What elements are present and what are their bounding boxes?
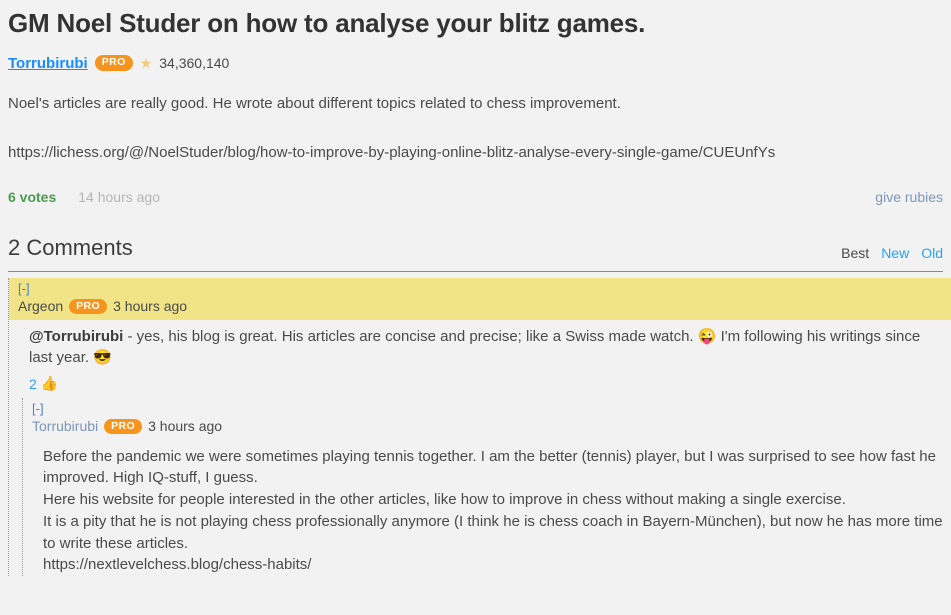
comment-vote-count: 2 xyxy=(29,375,37,392)
page-title: GM Noel Studer on how to analyse your bl… xyxy=(8,8,646,38)
point-count: 34,360,140 xyxy=(159,55,230,72)
post-timeago: 14 hours ago xyxy=(78,189,160,206)
comment-thread-1: [-] Argeon PRO 3 hours ago @Torrubirubi … xyxy=(8,278,951,577)
comment-body-2: Before the pandemic we were sometimes pl… xyxy=(32,440,943,577)
comment-timeago: 3 hours ago xyxy=(148,418,223,435)
comment-author-torrubirubi[interactable]: Torrubirubi xyxy=(32,417,98,435)
star-icon: ★ xyxy=(139,55,153,72)
comment-header-1: [-] Argeon PRO 3 hours ago xyxy=(9,278,951,320)
comment-byline-2: Torrubirubi PRO 3 hours ago xyxy=(32,417,943,435)
collapse-toggle[interactable]: [-] xyxy=(18,281,951,297)
comment-line-2: Here his website for people interested i… xyxy=(43,491,846,509)
pro-badge: PRO xyxy=(69,298,108,315)
post-votes[interactable]: 6 votes xyxy=(8,189,56,205)
post-author-link[interactable]: Torrubirubi xyxy=(8,55,88,72)
comments-divider xyxy=(8,271,943,273)
collapse-toggle[interactable]: [-] xyxy=(32,401,943,417)
post-byline: Torrubirubi PRO ★ 34,360,140 xyxy=(8,53,943,73)
comment-body-1: @Torrubirubi - yes, his blog is great. H… xyxy=(18,320,943,370)
comments-header: 2 Comments Best New Old xyxy=(8,235,943,263)
post-url-link[interactable]: https://lichess.org/@/NoelStuder/blog/ho… xyxy=(8,142,943,163)
comment-sort-controls: Best New Old xyxy=(841,245,943,261)
comments-count: 2 Comments xyxy=(8,235,133,261)
comment-url-link[interactable]: https://nextlevelchess.blog/chess-habits… xyxy=(43,554,943,576)
pro-badge: PRO xyxy=(104,418,143,435)
thumbs-up-icon[interactable]: 👍 xyxy=(41,375,58,392)
comment-timeago: 3 hours ago xyxy=(113,298,188,315)
comment-vote-row-1[interactable]: 2 👍 xyxy=(18,369,943,394)
sunglasses-emoji: 😎 xyxy=(93,349,112,367)
tongue-out-emoji: 😜 xyxy=(697,327,717,345)
comment-byline-1: Argeon PRO 3 hours ago xyxy=(18,297,951,315)
page-container: GM Noel Studer on how to analyse your bl… xyxy=(0,8,951,577)
comment-line-1: Before the pandemic we were sometimes pl… xyxy=(43,447,936,487)
comment-line-3: It is a pity that he is not playing ches… xyxy=(43,512,943,552)
comment-header-2: [-] Torrubirubi PRO 3 hours ago xyxy=(32,398,943,439)
post-body-text: Noel's articles are really good. He wrot… xyxy=(8,95,621,113)
sort-best[interactable]: Best xyxy=(841,245,869,261)
mention-link[interactable]: @Torrubirubi xyxy=(29,328,123,345)
comment-text-part1: - yes, his blog is great. His articles a… xyxy=(123,327,698,345)
give-rubies-link[interactable]: give rubies xyxy=(875,189,943,205)
comments-list: [-] Argeon PRO 3 hours ago @Torrubirubi … xyxy=(8,278,951,577)
pro-badge: PRO xyxy=(94,55,133,71)
sort-old[interactable]: Old xyxy=(921,245,943,261)
comment-author-argeon[interactable]: Argeon xyxy=(18,297,63,315)
post-meta-row: 6 votes 14 hours ago give rubies xyxy=(8,189,943,209)
comment-thread-2: [-] Torrubirubi PRO 3 hours ago Before t… xyxy=(22,398,943,577)
sort-new[interactable]: New xyxy=(881,245,909,261)
